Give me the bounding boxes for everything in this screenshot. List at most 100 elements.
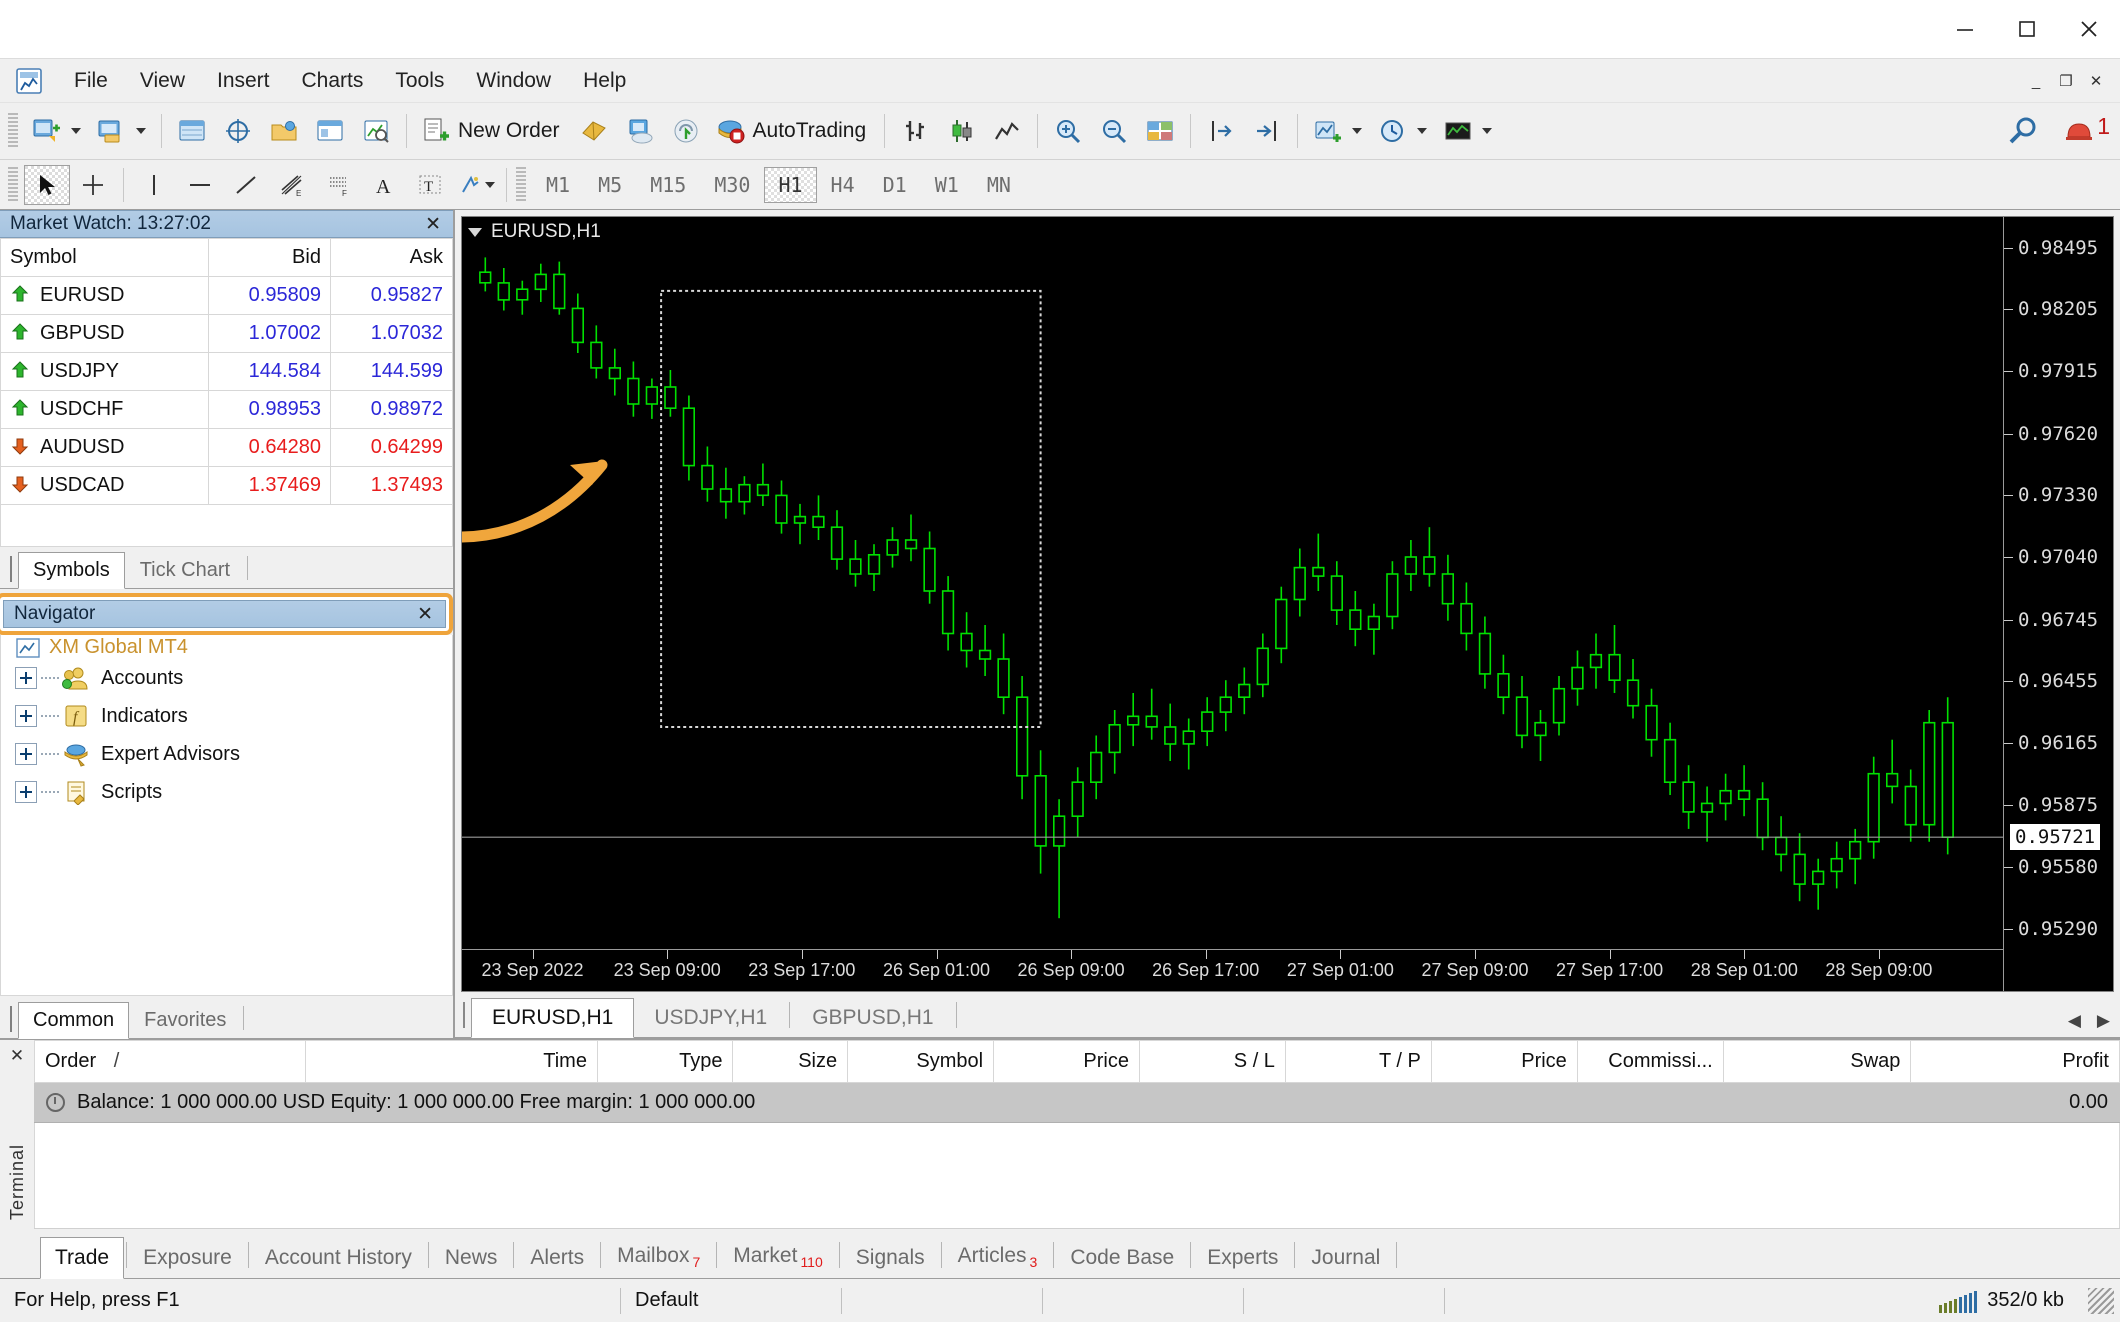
- templates-dropdown-caret[interactable]: [1482, 128, 1493, 134]
- timeframe-mn[interactable]: MN: [973, 167, 1025, 203]
- expand-expert-advisors-icon[interactable]: [15, 743, 37, 765]
- period-dropdown-caret[interactable]: [1417, 128, 1428, 134]
- timeframe-h1[interactable]: H1: [764, 166, 817, 203]
- chart-tab-usdjpy-h1[interactable]: USDJPY,H1: [634, 999, 787, 1037]
- profiles-button[interactable]: [89, 109, 154, 153]
- column-header-price-close[interactable]: Price: [1430, 1040, 1578, 1083]
- menu-item-file[interactable]: File: [58, 65, 124, 97]
- menu-item-help[interactable]: Help: [567, 65, 642, 97]
- tree-node-expert-advisors[interactable]: Expert Advisors: [1, 735, 452, 773]
- new-chart-dropdown-caret[interactable]: [71, 128, 81, 134]
- terminal-tab-mailbox[interactable]: Mailbox 7: [603, 1236, 714, 1278]
- auto-scroll-button[interactable]: [1244, 109, 1290, 153]
- menu-item-view[interactable]: View: [124, 65, 201, 97]
- column-header-swap[interactable]: Swap: [1722, 1040, 1912, 1083]
- strategy-tester-button[interactable]: [353, 109, 399, 153]
- period-button[interactable]: [1370, 109, 1435, 153]
- menu-item-insert[interactable]: Insert: [201, 65, 286, 97]
- column-header-bid[interactable]: Bid: [207, 238, 331, 277]
- navigator-close-icon[interactable]: ✕: [411, 603, 439, 626]
- market-watch-row[interactable]: USDCAD 1.37469 1.37493: [0, 466, 454, 505]
- chart-tab-gbpusd-h1[interactable]: GBPUSD,H1: [792, 999, 953, 1037]
- chart-tab-eurusd-h1[interactable]: EURUSD,H1: [471, 998, 635, 1038]
- tab-symbols[interactable]: Symbols: [18, 552, 125, 589]
- trendline-tool-icon[interactable]: [223, 165, 269, 205]
- text-tool-icon[interactable]: A: [361, 165, 407, 205]
- tree-node-indicators[interactable]: f Indicators: [1, 697, 452, 735]
- expand-indicators-icon[interactable]: [15, 705, 37, 727]
- column-header-time[interactable]: Time: [305, 1040, 598, 1083]
- tab-tick-chart[interactable]: Tick Chart: [125, 552, 245, 588]
- profiles-dropdown-caret[interactable]: [136, 128, 146, 134]
- column-header-ask[interactable]: Ask: [329, 238, 454, 277]
- terminal-tab-experts[interactable]: Experts: [1193, 1238, 1292, 1278]
- vertical-line-tool-icon[interactable]: [131, 165, 177, 205]
- signals-button[interactable]: [663, 109, 709, 153]
- column-header-size[interactable]: Size: [732, 1040, 849, 1083]
- navigator-tree[interactable]: XM Global MT4 Accounts f Indicators Expe…: [0, 635, 453, 996]
- market-watch-button[interactable]: [169, 109, 215, 153]
- timeframe-w1[interactable]: W1: [921, 167, 973, 203]
- mdi-close-button[interactable]: ✕: [2082, 67, 2110, 95]
- column-header-order[interactable]: Order /: [33, 1040, 307, 1083]
- zoom-out-button[interactable]: [1091, 109, 1137, 153]
- terminal-tab-alerts[interactable]: Alerts: [516, 1238, 598, 1278]
- mql5-community-button[interactable]: [617, 109, 663, 153]
- timeframe-m15[interactable]: M15: [636, 167, 700, 203]
- timeframes-grip[interactable]: [516, 166, 526, 203]
- chart-tab-scroll-left-icon[interactable]: ◀: [2068, 1011, 2081, 1031]
- text-label-tool-icon[interactable]: T: [407, 165, 453, 205]
- timeframe-d1[interactable]: D1: [869, 167, 921, 203]
- cursor-tool-icon[interactable]: [24, 164, 70, 205]
- arrows-dropdown-caret[interactable]: [485, 181, 495, 188]
- mdi-restore-button[interactable]: ❐: [2052, 67, 2080, 95]
- line-studies-grip[interactable]: [8, 166, 18, 203]
- autotrading-button[interactable]: AutoTrading: [709, 109, 878, 153]
- terminal-button[interactable]: [307, 109, 353, 153]
- column-header-symbol[interactable]: Symbol: [0, 238, 209, 277]
- timeframe-h4[interactable]: H4: [817, 167, 869, 203]
- chart-tab-scroll-arrows[interactable]: ◀ ▶: [2068, 1011, 2110, 1031]
- resize-grip-icon[interactable]: [2088, 1287, 2114, 1314]
- shift-end-button[interactable]: [1198, 109, 1244, 153]
- terminal-tab-news[interactable]: News: [431, 1238, 512, 1278]
- column-header-type[interactable]: Type: [596, 1040, 734, 1083]
- tab-favorites[interactable]: Favorites: [129, 1002, 241, 1038]
- timeframe-m5[interactable]: M5: [584, 167, 636, 203]
- menu-item-window[interactable]: Window: [460, 65, 567, 97]
- mdi-minimize-button[interactable]: _: [2022, 67, 2050, 95]
- column-header-symbol[interactable]: Symbol: [847, 1040, 995, 1083]
- toolbar-grip[interactable]: [8, 113, 18, 149]
- tree-node-scripts[interactable]: Scripts: [1, 773, 452, 811]
- market-watch-row[interactable]: AUDUSD 0.64280 0.64299: [0, 428, 454, 467]
- expand-scripts-icon[interactable]: [15, 781, 37, 803]
- menu-item-tools[interactable]: Tools: [379, 65, 460, 97]
- tree-node-accounts[interactable]: Accounts: [1, 659, 452, 697]
- bar-chart-button[interactable]: [892, 109, 938, 153]
- column-header-price-open[interactable]: Price: [993, 1040, 1140, 1083]
- timeframe-m30[interactable]: M30: [700, 167, 764, 203]
- time-axis[interactable]: 23 Sep 2022 23 Sep 09:00 23 Sep 17:00 26 Se…: [462, 949, 2003, 991]
- tab-common[interactable]: Common: [18, 1002, 130, 1039]
- market-watch-row[interactable]: EURUSD 0.95809 0.95827: [0, 276, 454, 315]
- terminal-tab-market[interactable]: Market 110: [719, 1236, 837, 1278]
- column-header-profit[interactable]: Profit: [1910, 1040, 2120, 1083]
- indicators-dropdown-caret[interactable]: [1352, 128, 1363, 134]
- chart-tab-scroll-right-icon[interactable]: ▶: [2097, 1011, 2110, 1031]
- notifications-icon[interactable]: 1: [2062, 113, 2110, 147]
- tile-windows-button[interactable]: [1137, 109, 1183, 153]
- price-axis[interactable]: 0.98495 0.98205 0.97915 0.97620 0.97330 0.970…: [2003, 217, 2113, 991]
- terminal-tab-exposure[interactable]: Exposure: [129, 1238, 246, 1278]
- status-profile[interactable]: Default: [621, 1279, 841, 1322]
- data-window-button[interactable]: [215, 109, 261, 153]
- market-watch-row[interactable]: GBPUSD 1.07002 1.07032: [0, 314, 454, 353]
- navigator-button[interactable]: [261, 109, 307, 153]
- balance-row[interactable]: Balance: 1 000 000.00 USD Equity: 1 000 …: [34, 1083, 2120, 1123]
- candlestick-chart-button[interactable]: [938, 109, 984, 153]
- connection-signal-icon[interactable]: [1939, 1289, 1978, 1313]
- templates-button[interactable]: [1435, 109, 1500, 153]
- crosshair-tool-icon[interactable]: [70, 165, 116, 205]
- terminal-tab-articles[interactable]: Articles 3: [944, 1236, 1052, 1278]
- market-watch-row[interactable]: USDJPY 144.584 144.599: [0, 352, 454, 391]
- tree-node-xm-global-mt4[interactable]: XM Global MT4: [1, 637, 452, 659]
